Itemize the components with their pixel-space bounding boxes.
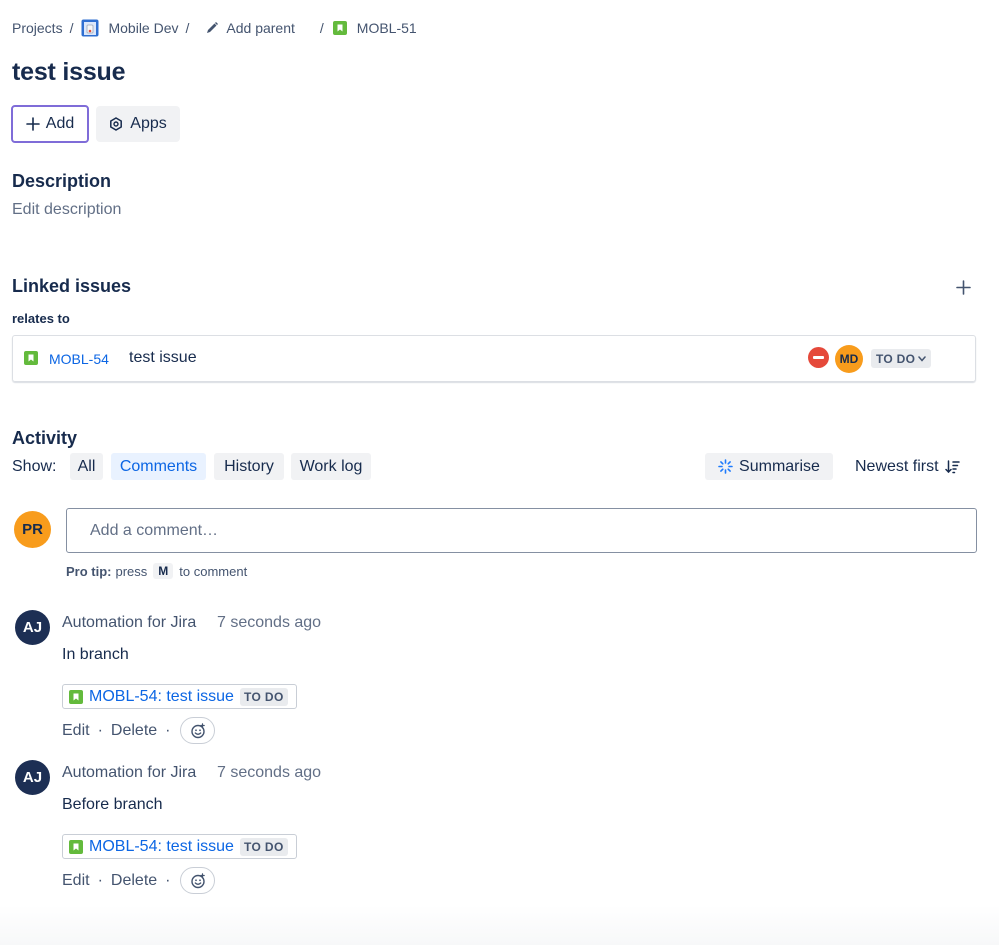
delete-comment-button[interactable]: Delete	[111, 722, 157, 740]
pro-tip: Pro tip: press M to comment	[66, 563, 247, 579]
show-label: Show:	[12, 458, 57, 475]
emoji-add-icon	[191, 722, 205, 738]
add-button-label: Add	[45, 115, 75, 132]
description-heading: Description	[12, 171, 112, 191]
emoji-add-icon	[191, 872, 205, 888]
pro-tip-press: press	[115, 563, 148, 579]
status-dropdown[interactable]: TO DO	[871, 349, 932, 368]
comment-author-avatar[interactable]: AJ	[15, 610, 50, 645]
story-icon	[24, 351, 38, 365]
pencil-icon	[207, 22, 219, 33]
comment-actions: Edit · Delete ·	[62, 867, 216, 894]
edit-comment-button[interactable]: Edit	[62, 722, 90, 740]
filter-comments-button[interactable]: Comments	[111, 453, 206, 480]
breadcrumb-projects[interactable]: Projects	[12, 20, 63, 36]
status-lozenge: TO DO	[239, 837, 288, 856]
delete-comment-button[interactable]: Delete	[111, 872, 157, 890]
comment-body: Before branch	[62, 796, 163, 813]
filter-all-button[interactable]: All	[70, 453, 103, 480]
separator-dot: ·	[97, 871, 103, 889]
project-icon	[81, 19, 99, 37]
scroll-fade	[0, 905, 999, 945]
filter-history-button[interactable]: History	[214, 453, 284, 480]
chevron-down-icon	[918, 355, 927, 362]
breadcrumb-separator: /	[319, 20, 324, 36]
breadcrumb-issue-key: MOBL-51	[356, 20, 417, 36]
comment-input[interactable]: Add a comment…	[66, 508, 977, 553]
add-reaction-button[interactable]	[180, 717, 216, 744]
priority-blocker-icon	[808, 347, 829, 368]
linked-issue-row[interactable]: MOBL-54 test issue MD TO DO	[12, 335, 976, 382]
issue-title[interactable]: test issue	[12, 58, 126, 87]
apps-button-label: Apps	[130, 115, 167, 132]
linked-issue-key[interactable]: MOBL-54	[49, 351, 109, 367]
issue-smart-link[interactable]: MOBL-54: test issue TO DO	[62, 834, 297, 859]
breadcrumb-separator: /	[69, 20, 74, 36]
breadcrumb-issue[interactable]: MOBL-51	[332, 20, 417, 36]
breadcrumb-separator: /	[185, 20, 190, 36]
sort-order-label: Newest first	[855, 457, 939, 475]
add-linked-issue-button[interactable]	[952, 276, 974, 298]
comment-actions: Edit · Delete ·	[62, 717, 216, 744]
story-icon	[69, 689, 83, 704]
issue-smart-link-text[interactable]: MOBL-54: test issue	[89, 838, 234, 856]
sort-order-button[interactable]: Newest first	[855, 453, 960, 480]
separator-dot: ·	[165, 721, 171, 739]
edit-comment-button[interactable]: Edit	[62, 872, 90, 890]
separator-dot: ·	[165, 871, 171, 889]
breadcrumb: Projects / Mobile Dev / Add parent / MOB…	[12, 18, 417, 38]
pro-tip-label: Pro tip:	[66, 563, 112, 579]
sort-icon	[944, 459, 960, 473]
assignee-avatar[interactable]: MD	[835, 345, 863, 373]
comment-author[interactable]: Automation for Jira	[62, 614, 196, 632]
comment-author-avatar[interactable]: AJ	[15, 760, 50, 795]
story-icon	[69, 839, 83, 854]
comment-author[interactable]: Automation for Jira	[62, 764, 196, 782]
issue-smart-link-text[interactable]: MOBL-54: test issue	[89, 688, 234, 706]
breadcrumb-project-label: Mobile Dev	[108, 20, 179, 36]
story-icon	[332, 21, 347, 35]
separator-dot: ·	[97, 721, 103, 739]
linked-issue-summary[interactable]: test issue	[129, 349, 197, 367]
add-reaction-button[interactable]	[180, 867, 216, 894]
add-parent-label: Add parent	[226, 20, 295, 36]
apps-button[interactable]: Apps	[96, 106, 180, 142]
add-parent-button[interactable]: Add parent	[205, 20, 295, 36]
current-user-avatar: PR	[14, 511, 51, 548]
plus-icon	[25, 117, 40, 131]
linked-issues-heading: Linked issues	[12, 276, 132, 296]
status-dropdown-label: TO DO	[876, 351, 916, 366]
plus-icon	[955, 279, 971, 295]
description-field[interactable]: Edit description	[12, 201, 121, 219]
keyboard-shortcut-key: M	[153, 563, 174, 579]
link-relation-label: relates to	[12, 311, 70, 326]
apps-icon	[110, 117, 123, 131]
activity-heading: Activity	[12, 428, 78, 448]
breadcrumb-project[interactable]: Mobile Dev	[81, 19, 179, 37]
comment-timestamp[interactable]: 7 seconds ago	[217, 614, 321, 632]
summarise-label: Summarise	[739, 457, 820, 475]
comment-body: In branch	[62, 646, 129, 663]
add-button[interactable]: Add	[11, 105, 89, 143]
summarise-button[interactable]: Summarise	[705, 453, 833, 480]
filter-worklog-button[interactable]: Work log	[291, 453, 371, 480]
sparkle-icon	[718, 459, 733, 474]
issue-smart-link[interactable]: MOBL-54: test issue TO DO	[62, 684, 297, 709]
pro-tip-rest: to comment	[179, 563, 248, 579]
status-lozenge: TO DO	[239, 687, 288, 706]
comment-timestamp[interactable]: 7 seconds ago	[217, 764, 321, 782]
